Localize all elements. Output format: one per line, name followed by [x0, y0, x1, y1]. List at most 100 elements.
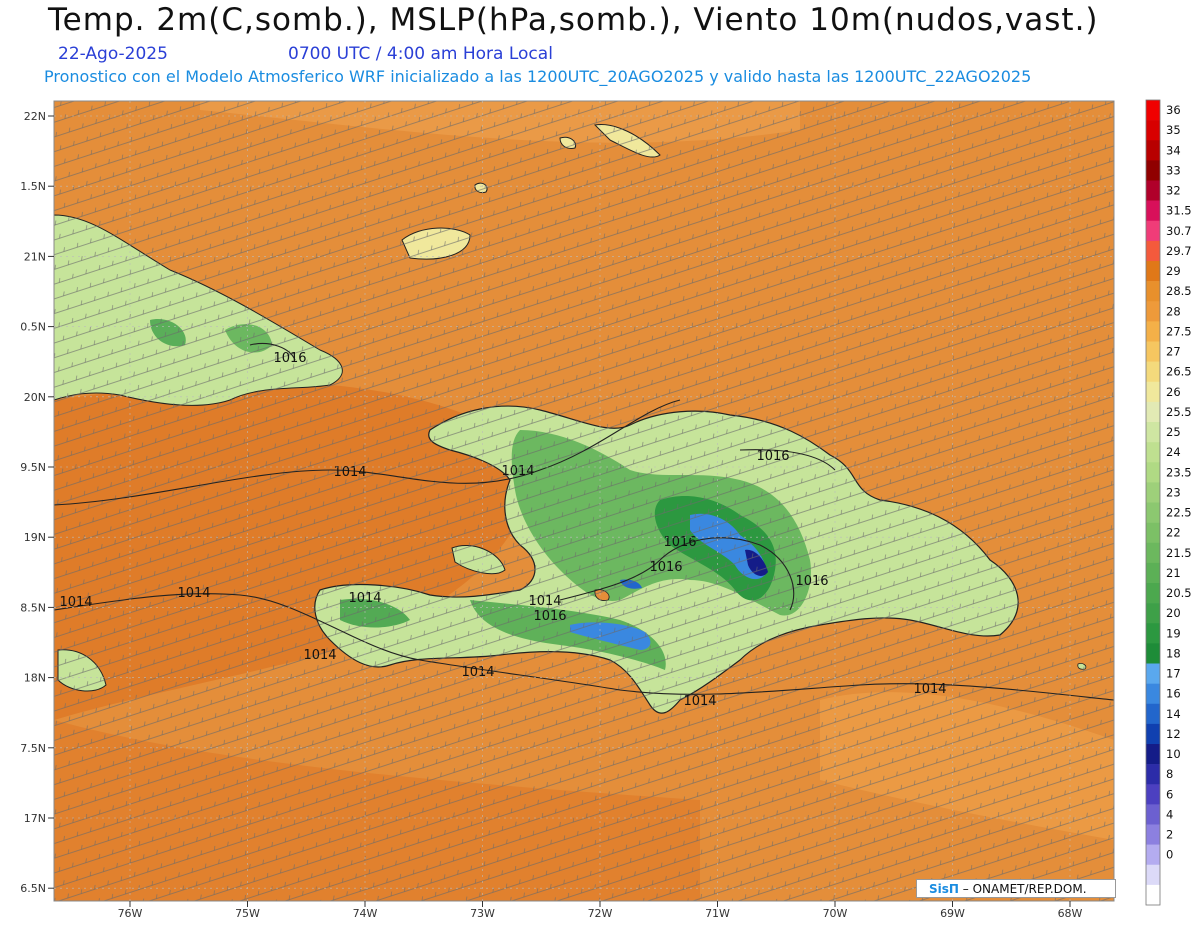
colorbar-swatch: [1146, 562, 1160, 584]
colorbar-label: 29.7: [1166, 244, 1192, 258]
colorbar-swatch: [1146, 864, 1160, 886]
colorbar-swatch: [1146, 422, 1160, 443]
colorbar-swatch: [1146, 180, 1160, 201]
colorbar-swatch: [1146, 361, 1160, 383]
colorbar-label: 35: [1166, 123, 1181, 137]
colorbar-label: 0: [1166, 848, 1173, 862]
isobar-label: 1016: [533, 609, 566, 624]
colorbar-label: 28.5: [1166, 284, 1192, 298]
colorbar-label: 32: [1166, 184, 1181, 198]
colorbar-swatch: [1146, 723, 1160, 745]
lat-tick-label: 8.5N: [20, 601, 46, 614]
colorbar-swatch: [1146, 542, 1160, 564]
lat-tick-label: 9.5N: [20, 461, 46, 474]
colorbar-label: 23.5: [1166, 465, 1192, 479]
colorbar-swatch: [1146, 281, 1160, 302]
colorbar-label: 25: [1166, 425, 1181, 439]
lon-tick-label: 71W: [705, 907, 730, 920]
isobar-label: 1014: [59, 595, 92, 610]
lat-tick-label: 1.5N: [20, 180, 46, 193]
colorbar-label: 2: [1166, 828, 1173, 842]
map-area: [54, 101, 1114, 901]
colorbar-label: 16: [1166, 687, 1181, 701]
colorbar-label: 25.5: [1166, 405, 1192, 419]
colorbar-label: 23: [1166, 485, 1181, 499]
colorbar-swatch: [1146, 744, 1160, 765]
colorbar-swatch: [1146, 160, 1160, 181]
colorbar-label: 17: [1166, 667, 1181, 681]
lon-tick-label: 74W: [353, 907, 378, 920]
isobar-label: 1016: [649, 560, 682, 575]
lat-tick-label: 18N: [24, 672, 46, 685]
colorbar-label: 8: [1166, 767, 1173, 781]
colorbar-swatch: [1146, 140, 1160, 161]
lat-tick-label: 20N: [24, 391, 46, 404]
colorbar-label: 27.5: [1166, 324, 1192, 338]
colorbar-label: 26.5: [1166, 365, 1192, 379]
colorbar-label: 10: [1166, 747, 1181, 761]
isobar-label: 1016: [273, 351, 306, 366]
colorbar-swatch: [1146, 120, 1160, 141]
colorbar-label: 20.5: [1166, 586, 1192, 600]
temperature-colorbar: 363534333231.530.729.72928.52827.52726.5…: [1145, 99, 1192, 906]
colorbar-label: 30.7: [1166, 224, 1192, 238]
colorbar-label: 18: [1166, 646, 1181, 660]
colorbar-label: 33: [1166, 163, 1181, 177]
colorbar-swatch: [1146, 321, 1160, 342]
isobar-label: 1014: [683, 694, 716, 709]
colorbar-swatch: [1146, 381, 1160, 403]
colorbar-label: 21.5: [1166, 546, 1192, 560]
lon-tick-label: 75W: [235, 907, 260, 920]
sispi-logo: SisΠ: [929, 882, 959, 896]
isobar-label: 1014: [501, 464, 534, 479]
lat-tick-label: 19N: [24, 531, 46, 544]
isobar-label: 1014: [528, 594, 561, 609]
isobar-label: 1014: [461, 665, 494, 680]
colorbar-swatch: [1146, 643, 1160, 664]
isobar-label: 1016: [795, 574, 828, 589]
colorbar-label: 29: [1166, 264, 1181, 278]
colorbar-swatch: [1146, 200, 1160, 222]
colorbar-swatch: [1146, 603, 1160, 624]
colorbar-swatch: [1146, 824, 1160, 845]
colorbar-swatch: [1146, 502, 1160, 523]
colorbar-label: 36: [1166, 103, 1181, 117]
colorbar-swatch: [1146, 220, 1160, 242]
colorbar-swatch: [1146, 341, 1160, 362]
colorbar-label: 24: [1166, 445, 1181, 459]
isobar-label: 1016: [756, 449, 789, 464]
colorbar-swatch: [1146, 884, 1160, 906]
colorbar-swatch: [1146, 663, 1160, 684]
colorbar-label: 14: [1166, 707, 1181, 721]
credit-box: SisΠ – ONAMET/REP.DOM.: [916, 879, 1116, 898]
lat-tick-label: 22N: [24, 110, 46, 123]
colorbar-label: 31.5: [1166, 204, 1192, 218]
colorbar-label: 26: [1166, 385, 1181, 399]
lat-tick-label: 21N: [24, 250, 46, 263]
colorbar-label: 22: [1166, 526, 1181, 540]
lon-tick-label: 76W: [118, 907, 143, 920]
colorbar-swatch: [1146, 844, 1160, 866]
colorbar-label: 34: [1166, 143, 1181, 157]
wind-barb-field: [54, 101, 1114, 901]
lat-tick-label: 6.5N: [20, 882, 46, 895]
colorbar-swatch: [1146, 100, 1160, 121]
colorbar-label: 28: [1166, 304, 1181, 318]
colorbar-swatch: [1146, 301, 1160, 322]
lon-tick-label: 68W: [1058, 907, 1083, 920]
colorbar-label: 21: [1166, 566, 1181, 580]
lon-tick-label: 69W: [940, 907, 965, 920]
lon-tick-label: 72W: [588, 907, 613, 920]
lat-tick-label: 7.5N: [20, 742, 46, 755]
colorbar-swatch: [1146, 401, 1160, 423]
colorbar-swatch: [1146, 583, 1160, 604]
colorbar-label: 20: [1166, 606, 1181, 620]
colorbar-label: 4: [1166, 807, 1173, 821]
colorbar-label: 22.5: [1166, 506, 1192, 520]
colorbar-swatch: [1146, 623, 1160, 644]
colorbar-swatch: [1146, 703, 1160, 725]
credit-dash: –: [962, 882, 973, 896]
lon-tick-label: 73W: [470, 907, 495, 920]
lat-tick-label: 17N: [24, 812, 46, 825]
isobar-label: 1014: [303, 648, 336, 663]
